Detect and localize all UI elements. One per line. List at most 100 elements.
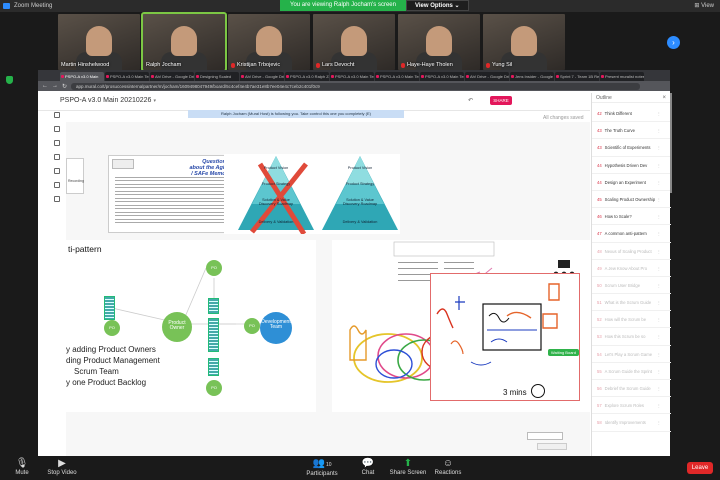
pyramid-slide[interactable]: Product Vision Product Strategy Solution… bbox=[224, 154, 400, 236]
outline-panel: Outline × 42 Think Different ⋮ 43 The Truth… bbox=[591, 93, 671, 456]
browser-tab[interactable]: PSPO-A v3.0 Main bbox=[60, 72, 104, 81]
reactions-icon: ☺ bbox=[442, 458, 454, 469]
outline-item[interactable]: 49 A Jew Know About Pro ⋮ bbox=[592, 260, 671, 277]
stop-video-label: Stop Video bbox=[47, 470, 77, 476]
highlighted-frame[interactable] bbox=[430, 273, 580, 401]
mute-button[interactable]: 🎙 Mute bbox=[0, 458, 44, 476]
browser-tab[interactable]: PSPO-A v3.0 Main Tem bbox=[375, 72, 419, 81]
outline-item[interactable]: 52 How will the Scrum be ⋮ bbox=[592, 311, 671, 329]
browser-tab[interactable]: Jens Insider - Google Drive bbox=[510, 72, 554, 81]
pyramid-right-level: Delivery & Validation bbox=[342, 220, 378, 224]
connector-tool-icon[interactable] bbox=[54, 154, 60, 160]
window-title: Zoom Meeting bbox=[14, 3, 53, 9]
view-options-button[interactable]: View Options ⌄ bbox=[405, 0, 469, 11]
reactions-label: Reactions bbox=[434, 470, 462, 476]
browser-tab[interactable]: Sprint 7 - Team 1B Retr bbox=[555, 72, 599, 81]
muted-mic-icon bbox=[486, 62, 490, 68]
zoom-slider[interactable] bbox=[537, 443, 567, 450]
forward-icon[interactable]: → bbox=[52, 83, 58, 89]
memo-slide[interactable]: Questions about the Agile / SAFe Memo? bbox=[108, 155, 230, 233]
development-team-node: Development Team bbox=[260, 312, 292, 344]
stop-video-button[interactable]: ▶ Stop Video bbox=[40, 458, 84, 476]
outline-item[interactable]: 53 How this Scrum be so ⋮ bbox=[592, 328, 671, 346]
video-feed-person bbox=[171, 26, 197, 56]
outline-item[interactable]: 44 Hypothesis Driven Dev ⋮ bbox=[592, 157, 671, 174]
bullet-item: Scrum Team bbox=[74, 367, 119, 376]
browser-tab[interactable]: Designing Scaled bbox=[195, 72, 239, 81]
back-icon[interactable]: ← bbox=[42, 83, 48, 89]
board-title[interactable]: PSPO-A v3.0 Main 20210226 ▾ bbox=[60, 97, 156, 104]
video-tile-active-speaker[interactable]: Ralph Jocham bbox=[141, 12, 227, 72]
icon-tool-icon[interactable] bbox=[54, 168, 60, 174]
outline-item[interactable]: 45 Scaling Product Ownership ⋮ bbox=[592, 191, 671, 209]
video-feed-person bbox=[256, 26, 282, 56]
chat-button[interactable]: 💬 Chat bbox=[346, 458, 390, 476]
browser-tab[interactable]: Ah! Drive - Google Drive bbox=[150, 72, 194, 81]
po-node: PO bbox=[244, 318, 260, 334]
outline-item[interactable]: 48 Nexus of Scaling Product ⋮ bbox=[592, 243, 671, 260]
participant-name: Yung Sil bbox=[486, 62, 512, 68]
close-icon[interactable]: × bbox=[662, 93, 666, 103]
memo-text-lines bbox=[109, 174, 231, 226]
outline-item[interactable]: 57 Explore Scrum Roles ⋮ bbox=[592, 397, 671, 415]
reactions-button[interactable]: ☺ Reactions bbox=[426, 458, 470, 476]
microphone-icon: 🎙 bbox=[15, 458, 29, 469]
timer-label: 3 mins bbox=[503, 388, 527, 397]
outline-item[interactable]: 51 What is the Scrum Guide ⋮ bbox=[592, 294, 671, 312]
outline-item[interactable]: 43 The Truth Curve ⋮ bbox=[592, 122, 671, 140]
outline-item[interactable]: 56 Debrief the Scrum Guide ⋮ bbox=[592, 380, 671, 398]
next-page-icon[interactable]: › bbox=[667, 36, 680, 49]
browser-tab[interactable]: Ah! Drive - Google Drive bbox=[240, 72, 284, 81]
text-tool-icon[interactable] bbox=[54, 126, 60, 132]
reload-icon[interactable]: ↻ bbox=[62, 83, 67, 90]
participants-button[interactable]: 👥10 Participants bbox=[300, 458, 344, 477]
outline-item[interactable]: 58 Identify Improvements ⋮ bbox=[592, 414, 671, 432]
outline-item[interactable]: 50 Scrum User Bridge ⋮ bbox=[592, 277, 671, 295]
video-tile[interactable]: Yung Sil bbox=[483, 14, 565, 70]
outline-item[interactable]: 46 How to Scale? ⋮ bbox=[592, 208, 671, 226]
browser-tab[interactable]: PSPO-A v3.0 Main Tem bbox=[420, 72, 464, 81]
browser-tab[interactable]: PSPO-A v3.0 Main Tem bbox=[330, 72, 374, 81]
outline-list: 42 Think Different ⋮ 43 The Truth Curve ⋮ 43… bbox=[592, 105, 671, 432]
shape-tool-icon[interactable] bbox=[54, 140, 60, 146]
video-feed-person bbox=[511, 26, 537, 56]
anti-pattern-slide[interactable]: ti-pattern PO PO PO PO Product Owner Dev… bbox=[66, 240, 316, 412]
share-button[interactable]: SHARE bbox=[490, 96, 512, 105]
outline-item[interactable]: 47 A common anti-pattern ⋮ bbox=[592, 225, 671, 243]
muted-mic-icon bbox=[401, 62, 405, 68]
sticky-note-tool-icon[interactable] bbox=[54, 112, 60, 118]
outline-item[interactable]: 42 Think Different ⋮ bbox=[592, 105, 671, 123]
outline-item[interactable]: 44 Design an Experiment ⋮ bbox=[592, 174, 671, 191]
backlog-icon bbox=[208, 358, 219, 376]
waiting-board-badge: Waiting Board bbox=[548, 349, 579, 356]
participant-name: Martin Hinshelwood bbox=[61, 62, 110, 68]
participants-count: 10 bbox=[325, 462, 332, 468]
video-feed-person bbox=[86, 26, 112, 56]
outline-item[interactable]: 54 Let's Play a Scrum Game ⋮ bbox=[592, 346, 671, 363]
address-bar[interactable]: app.mural.co/t/prosuccessinternalpartner… bbox=[71, 82, 640, 90]
security-shield-icon[interactable] bbox=[6, 76, 13, 84]
share-screen-button[interactable]: ⬆ Share Screen bbox=[386, 458, 430, 476]
video-tile[interactable]: Lars Devocht bbox=[313, 14, 395, 70]
video-tile[interactable]: Haye-Haye Tholen bbox=[398, 14, 480, 70]
chat-label: Chat bbox=[361, 470, 375, 476]
view-button[interactable]: ⊞ View bbox=[694, 0, 714, 12]
undo-icon[interactable]: ↶ bbox=[468, 97, 473, 104]
leave-button[interactable]: Leave bbox=[687, 462, 713, 474]
pyramid-left-level: Delivery & Validation bbox=[258, 220, 294, 224]
image-tool-icon[interactable] bbox=[54, 182, 60, 188]
browser-tab[interactable]: PSPO-A v3.0 Ralph Zoom bbox=[285, 72, 329, 81]
side-document[interactable]: Recording bbox=[66, 158, 84, 194]
browser-tab[interactable]: Present muralist notes bbox=[600, 72, 644, 81]
video-tile[interactable]: Martin Hinshelwood bbox=[58, 14, 140, 70]
bullet-item: y adding Product Owners bbox=[66, 345, 156, 354]
minimap-control[interactable] bbox=[527, 432, 563, 440]
video-tile[interactable]: Kristijan Trbojevic bbox=[228, 14, 310, 70]
draw-tool-icon[interactable] bbox=[54, 196, 60, 202]
outline-scrollbar[interactable] bbox=[670, 93, 672, 193]
mural-left-toolbar bbox=[52, 112, 62, 202]
outline-item[interactable]: 55 A Scrum Guide the Sprint ⋮ bbox=[592, 363, 671, 380]
browser-tab[interactable]: Ah! Drive - Google Drive bbox=[465, 72, 509, 81]
browser-tab[interactable]: PSPO-A v3.0 Main Tem bbox=[105, 72, 149, 81]
outline-item[interactable]: 43 Scientific of Experiments ⋮ bbox=[592, 139, 671, 157]
